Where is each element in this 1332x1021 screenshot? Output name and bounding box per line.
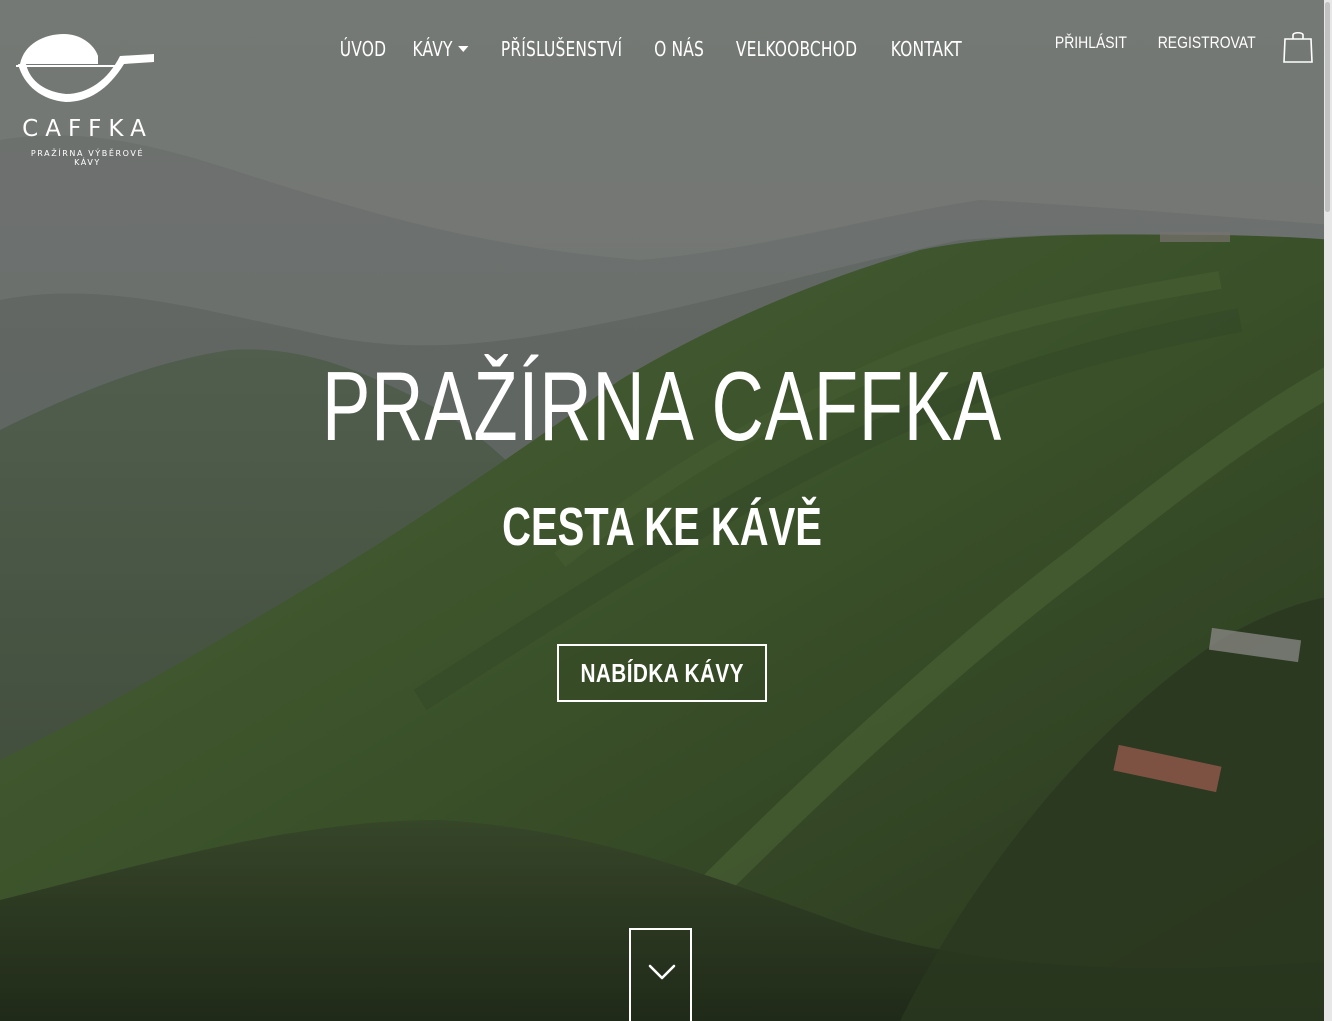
scroll-down-button[interactable] [629, 928, 692, 1021]
nav-item-prislusenstvi[interactable]: PŘÍSLUŠENSTVÍ [501, 37, 622, 61]
chevron-down-icon [648, 964, 676, 980]
register-link[interactable]: REGISTROVAT [1157, 33, 1255, 53]
hero-section: CAFFKA PRAŽÍRNA VÝBĚROVÉ KÁVY ÚVOD KÁVY … [0, 0, 1332, 1021]
nav-item-kavy[interactable]: KÁVY [413, 37, 469, 61]
nav-item-label: KONTAKT [891, 37, 963, 61]
nav-item-uvod[interactable]: ÚVOD [340, 37, 386, 61]
nav-item-o-nas[interactable]: O NÁS [654, 37, 704, 61]
coffee-offer-button[interactable]: NABÍDKA KÁVY [557, 644, 767, 702]
brand-tagline: PRAŽÍRNA VÝBĚROVÉ KÁVY [30, 149, 145, 167]
hero-subtitle: CESTA KE KÁVĚ [502, 497, 822, 557]
user-links: PŘIHLÁSIT REGISTROVAT [1047, 33, 1266, 53]
nav-item-label: VELKOOBCHOD [735, 37, 858, 61]
cart-button[interactable] [1282, 30, 1314, 64]
caret-down-icon [457, 46, 469, 52]
coffee-offer-button-label: NABÍDKA KÁVY [580, 657, 744, 688]
nav-item-label: ÚVOD [339, 37, 387, 61]
hero-title: PRAŽÍRNA CAFFKA [321, 351, 1002, 461]
nav-item-label: PŘÍSLUŠENSTVÍ [500, 37, 622, 61]
nav-item-label: O NÁS [654, 37, 704, 61]
shopping-bag-icon [1283, 31, 1313, 63]
nav-item-label: KÁVY [412, 37, 453, 61]
nav-item-kontakt[interactable]: KONTAKT [891, 37, 962, 61]
main-nav: ÚVOD KÁVY PŘÍSLUŠENSTVÍ O NÁS VELKOOBCHO… [336, 34, 968, 64]
page-scrollbar[interactable] [1324, 0, 1332, 1021]
scrollbar-thumb[interactable] [1325, 2, 1330, 212]
coffee-cup-logo-icon [16, 34, 154, 102]
login-link[interactable]: PŘIHLÁSIT [1055, 33, 1127, 53]
brand-logo[interactable]: CAFFKA PRAŽÍRNA VÝBĚROVÉ KÁVY [14, 30, 159, 167]
brand-name: CAFFKA [22, 116, 153, 142]
nav-item-velkoobchod[interactable]: VELKOOBCHOD [736, 37, 857, 61]
